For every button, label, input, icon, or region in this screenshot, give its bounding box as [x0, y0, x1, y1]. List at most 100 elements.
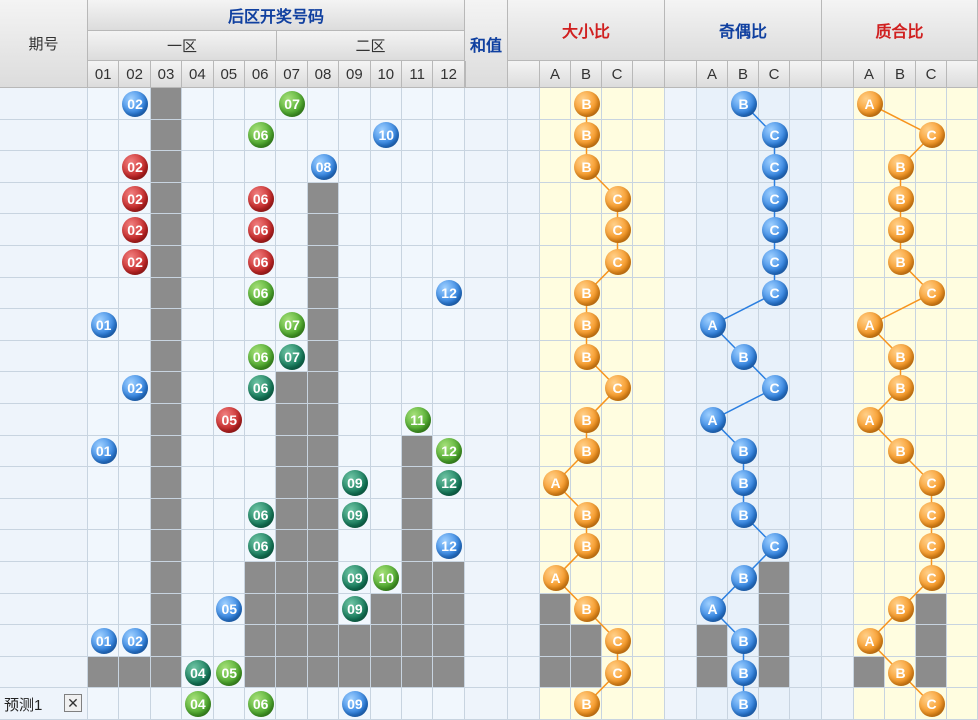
parity-predict-cell[interactable] — [759, 688, 790, 720]
predict-number-cell[interactable] — [213, 688, 245, 720]
predict-number-cell[interactable] — [150, 688, 183, 720]
size-gap-cell — [508, 467, 540, 499]
number-cell — [307, 214, 340, 246]
number-cell — [245, 88, 277, 120]
sum-value — [465, 625, 508, 657]
parity-cell — [728, 404, 759, 436]
size-cell — [602, 88, 633, 120]
size-cell — [540, 182, 571, 215]
parity-tail-cell — [790, 530, 822, 562]
prime-ratio-ball: B — [887, 659, 914, 686]
number-col-header: 12 — [433, 61, 465, 88]
drawn-number-ball: 02 — [122, 90, 149, 117]
size-gap-cell — [508, 435, 540, 468]
prime-gap-cell — [822, 214, 854, 246]
predict-number-cell[interactable] — [307, 688, 340, 720]
prime-tail-cell — [947, 656, 978, 689]
sum-value — [465, 435, 508, 468]
prime-predict-cell[interactable] — [854, 688, 885, 720]
parity-predict-cell[interactable] — [697, 688, 728, 720]
size-gap-cell — [508, 498, 540, 531]
parity-gap-cell — [665, 372, 697, 404]
prime-cell — [916, 182, 947, 215]
size-ratio-ball: C — [604, 248, 631, 275]
predict-number-cell[interactable] — [88, 688, 120, 720]
parity-cell — [697, 435, 728, 468]
size-predict-gap — [508, 688, 540, 720]
number-cell — [119, 467, 151, 499]
size-gap-cell — [508, 340, 540, 373]
drawn-number-ball: 10 — [373, 564, 400, 591]
parity-gap-cell — [665, 467, 697, 499]
size-cell — [540, 151, 571, 183]
number-cell — [370, 404, 402, 436]
prime-col-header-b: B — [885, 61, 916, 88]
number-cell — [276, 151, 308, 183]
prime-cell — [854, 214, 885, 246]
parity-cell — [728, 246, 759, 278]
parity-cell — [697, 656, 728, 689]
parity-gap-cell — [665, 656, 697, 689]
drawn-number-ball: 05 — [216, 659, 243, 686]
predict-number-cell[interactable] — [276, 688, 308, 720]
number-cell — [150, 372, 183, 404]
number-cell — [307, 182, 340, 215]
parity-ratio-ball: C — [761, 280, 788, 307]
predict-number-cell[interactable] — [433, 688, 465, 720]
number-cell — [213, 625, 245, 657]
prime-gap-cell — [822, 277, 854, 310]
prime-cell — [916, 404, 947, 436]
predict-number-ball: 04 — [184, 691, 211, 718]
number-cell — [88, 214, 120, 246]
parity-ratio-ball: B — [730, 343, 757, 370]
drawn-number-ball: 01 — [90, 312, 117, 338]
size-cell — [602, 593, 633, 626]
prime-cell — [916, 246, 947, 278]
number-cell — [370, 214, 402, 246]
number-cell — [307, 246, 340, 278]
predict-number-cell[interactable] — [370, 688, 402, 720]
predict-number-cell[interactable] — [402, 688, 434, 720]
size-cell — [540, 340, 571, 373]
size-tail-cell — [633, 88, 665, 120]
size-gap-cell — [508, 309, 540, 341]
parity-col-header-c: C — [759, 61, 790, 88]
number-cell — [150, 656, 183, 689]
lottery-trend-chart: 期号 后区开奖号码 一区 二区 和值 大小比 奇偶比 质合比 01 02 03 04 0… — [0, 0, 978, 720]
parity-cell — [759, 88, 790, 120]
size-cell — [540, 435, 571, 468]
drawn-number-ball: 06 — [247, 343, 274, 370]
number-cell — [245, 562, 277, 594]
prime-cell — [854, 593, 885, 626]
number-cell — [119, 656, 151, 689]
predict-close-button[interactable]: ✕ — [64, 694, 82, 712]
size-predict-cell[interactable] — [540, 688, 571, 720]
predict-number-cell[interactable] — [119, 688, 151, 720]
number-cell — [213, 277, 245, 310]
number-cell — [370, 246, 402, 278]
issue-number — [0, 182, 88, 215]
prime-ratio-ball: C — [918, 501, 945, 528]
number-cell — [245, 435, 277, 468]
size-cell — [602, 277, 633, 310]
parity-cell — [728, 593, 759, 626]
parity-gap-cell — [665, 151, 697, 183]
parity-ratio-ball: C — [761, 185, 788, 212]
size-cell — [571, 246, 602, 278]
prime-ratio-header: 质合比 — [822, 0, 978, 61]
prime-cell — [854, 498, 885, 531]
number-cell — [402, 467, 434, 499]
parity-tail-cell — [790, 182, 822, 215]
prime-ratio-ball: C — [918, 564, 945, 591]
number-col-header: 04 — [182, 61, 214, 88]
size-predict-cell[interactable] — [602, 688, 633, 720]
parity-ratio-ball: A — [699, 406, 726, 433]
number-cell — [119, 530, 151, 562]
parity-cell — [759, 467, 790, 499]
prime-cell — [916, 88, 947, 120]
prime-predict-cell[interactable] — [885, 688, 916, 720]
number-cell — [370, 593, 402, 626]
prime-cell — [885, 277, 916, 310]
parity-ratio-ball: B — [730, 659, 757, 686]
number-cell — [245, 625, 277, 657]
